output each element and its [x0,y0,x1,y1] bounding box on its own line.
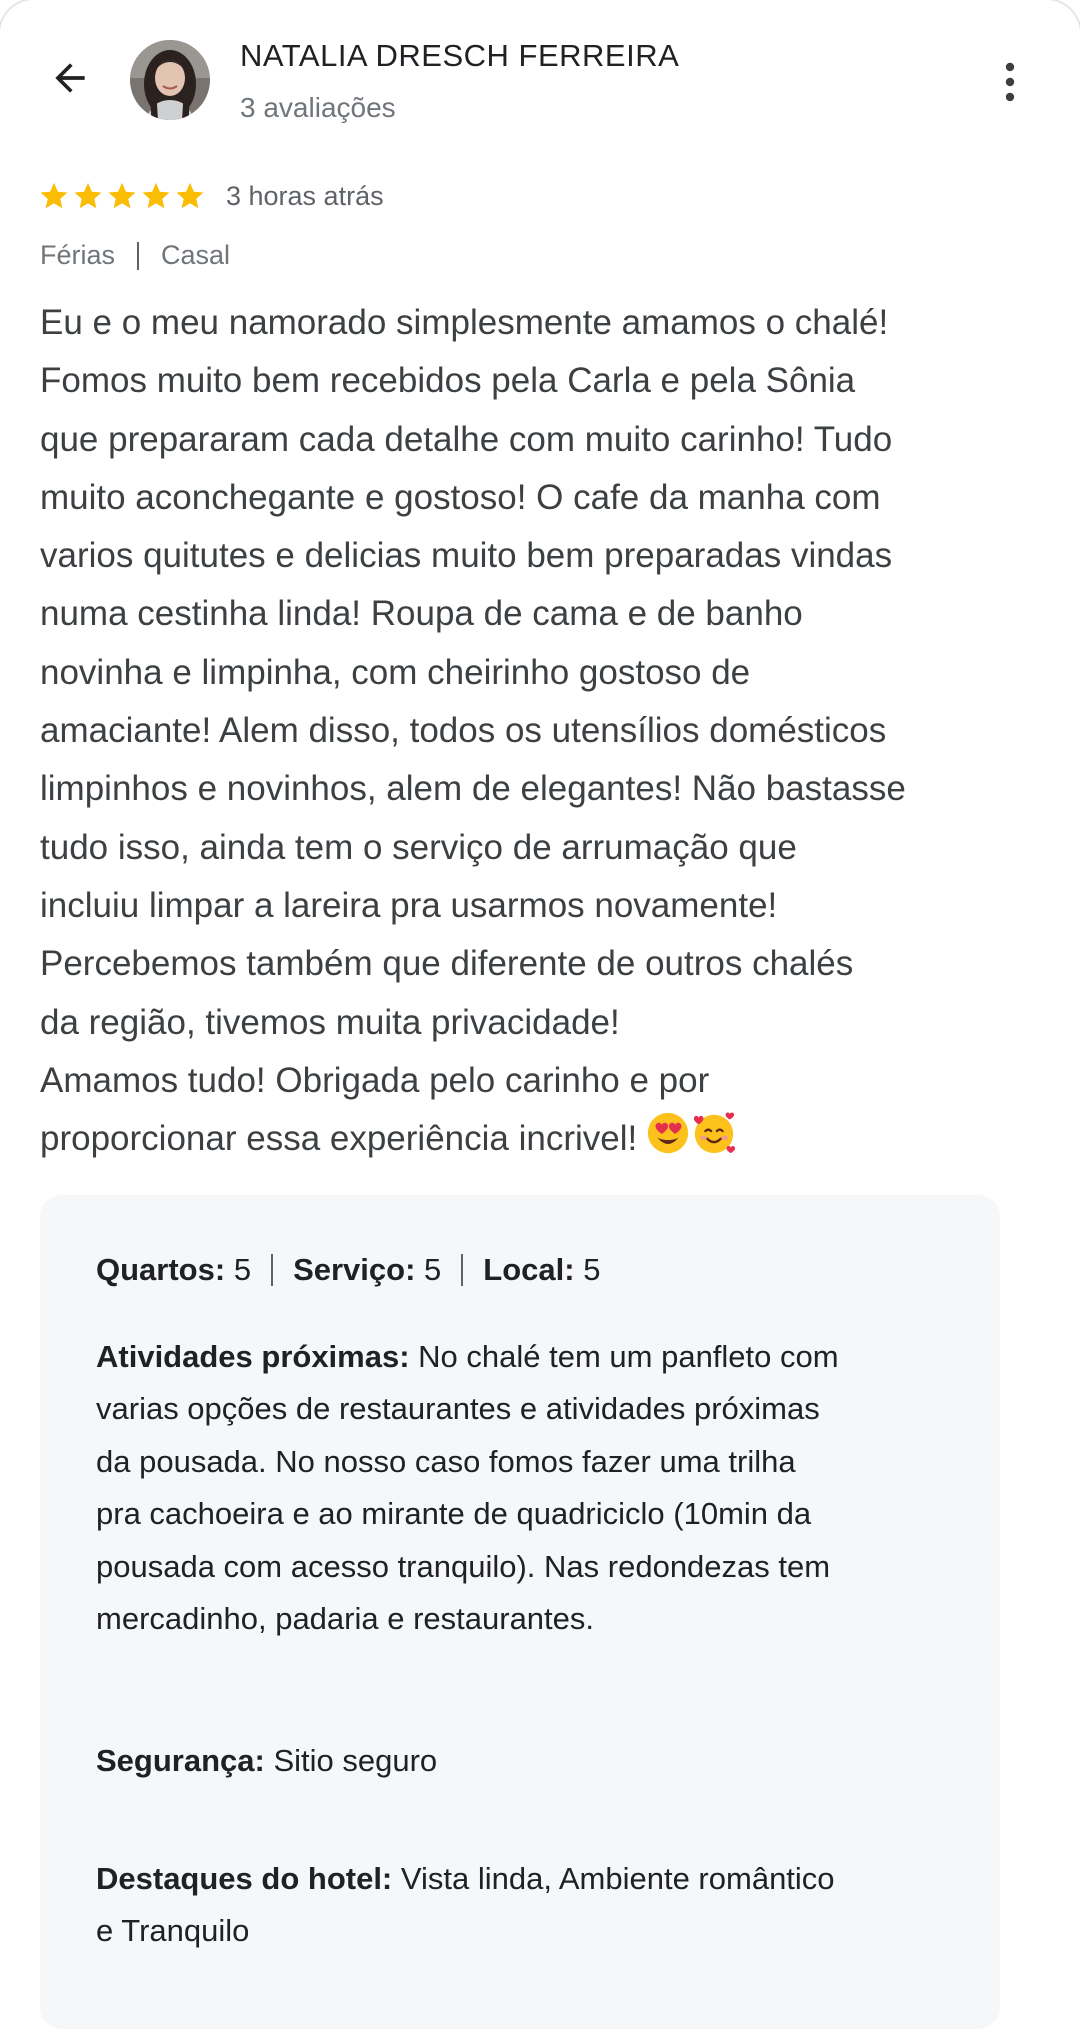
review-tags: Férias Casal [40,240,230,271]
rating-location-value: 5 [583,1252,601,1287]
arrow-back-icon [55,63,85,93]
star-rating [38,180,206,212]
review-line: numa cestinha linda! Roupa de cama e de … [40,594,803,634]
tag-companion: Casal [161,240,231,270]
star-icon [176,182,204,209]
rating-location: Local: 5 [483,1252,600,1288]
review-line: Eu e o meu namorado simplesmente amamos … [40,303,889,342]
rating-service-label: Serviço: [293,1252,416,1287]
nearby-label: Atividades próximas: [96,1339,410,1374]
heart-eyes-emoji-icon [648,1113,689,1154]
back-button[interactable] [36,44,104,112]
author-name[interactable]: NATALIA DRESCH FERREIRA [240,38,679,74]
review-line: Percebemos também que diferente de outro… [40,944,854,984]
highlights-label: Destaques do hotel: [96,1861,393,1896]
review-header: NATALIA DRESCH FERREIRA 3 avaliações [0,0,1080,160]
review-line: varios quitutes e delicias muito bem pre… [40,536,893,576]
author-review-count: 3 avaliações [240,92,396,123]
nearby-line: Atividades próximas: No chalé tem um pan… [96,1331,976,1383]
review-line: muito aconchegante e gostoso! O cafe da … [40,477,881,517]
review-time: 3 horas atrás [226,180,384,211]
review-line: Amamos tudo! Obrigada pelo carinho e por [40,1060,710,1100]
review-line: incluiu limpar a lareira pra usarmos nov… [40,885,778,925]
star-icon [74,182,102,209]
review-line-last: proporcionar essa experiência incrivel! [40,1110,1050,1168]
rating-service: Serviço: 5 [293,1252,441,1288]
avatar[interactable] [130,40,210,120]
review-line: tudo isso, ainda tem o serviço de arruma… [40,827,797,867]
rating-divider [461,1254,464,1286]
safety-section: Segurança: Sitio seguro [96,1735,976,1787]
nearby-text: No chalé tem um panfleto com [409,1339,839,1374]
nearby-line: mercadinho, padaria e restaurantes. [96,1601,595,1637]
nearby-line: pra cachoeira e ao mirante de quadricicl… [96,1496,812,1532]
review-screen: NATALIA DRESCH FERREIRA 3 avaliações 3 h… [0,0,1080,2035]
highlights-text: Vista linda, Ambiente romântico [392,1861,835,1896]
smiling-hearts-emoji-icon [694,1112,736,1154]
rating-row: 3 horas atrás [38,176,384,216]
hotel-highlights-section: Destaques do hotel: Vista linda, Ambient… [96,1853,976,1958]
avatar-image [130,40,210,120]
star-icon [108,182,136,209]
highlights-line: Destaques do hotel: Vista linda, Ambient… [96,1853,976,1905]
review-line: que prepararam cada detalhe com muito ca… [40,419,893,459]
star-icon [142,182,170,209]
safety-label: Segurança: [96,1743,265,1778]
review-line: Fomos muito bem recebidos pela Carla e p… [40,361,856,401]
highlights-line: e Tranquilo [96,1913,250,1949]
review-line: limpinhos e novinhos, alem de elegantes!… [40,769,906,809]
rating-rooms-value: 5 [233,1252,252,1287]
safety-line: Segurança: Sitio seguro [96,1735,976,1787]
rating-location-label: Local: [483,1252,575,1287]
emoji-group [645,1110,737,1156]
review-line: da região, tivemos muita privacidade! [40,1002,620,1042]
star-icon [40,182,68,209]
rating-rooms: Quartos: 5 [96,1252,251,1288]
review-line: amaciante! Alem disso, todos os utensíli… [40,711,887,751]
tag-trip-type: Férias [40,240,116,270]
review-text: Eu e o meu namorado simplesmente amamos … [40,294,1050,1168]
nearby-line: pousada com acesso tranquilo). Nas redon… [96,1548,831,1584]
review-line: novinha e limpinha, com cheirinho gostos… [40,652,751,692]
safety-text: Sitio seguro [264,1743,438,1778]
more-options-button[interactable] [990,52,1030,112]
rating-service-value: 5 [424,1252,442,1287]
nearby-line: varias opções de restaurantes e atividad… [96,1391,820,1427]
nearby-line: da pousada. No nosso caso fomos fazer um… [96,1443,796,1479]
review-details-card: Quartos: 5 Serviço: 5 Local: 5 Atividade… [40,1195,1000,2029]
more-vertical-icon [1005,62,1015,102]
rating-divider [271,1254,274,1286]
rating-rooms-label: Quartos: [96,1252,226,1287]
tag-divider [137,241,140,270]
nearby-activities-section: Atividades próximas: No chalé tem um pan… [96,1331,976,1645]
category-ratings: Quartos: 5 Serviço: 5 Local: 5 [96,1252,600,1288]
review-line-text: proporcionar essa experiência incrivel! [40,1119,638,1159]
